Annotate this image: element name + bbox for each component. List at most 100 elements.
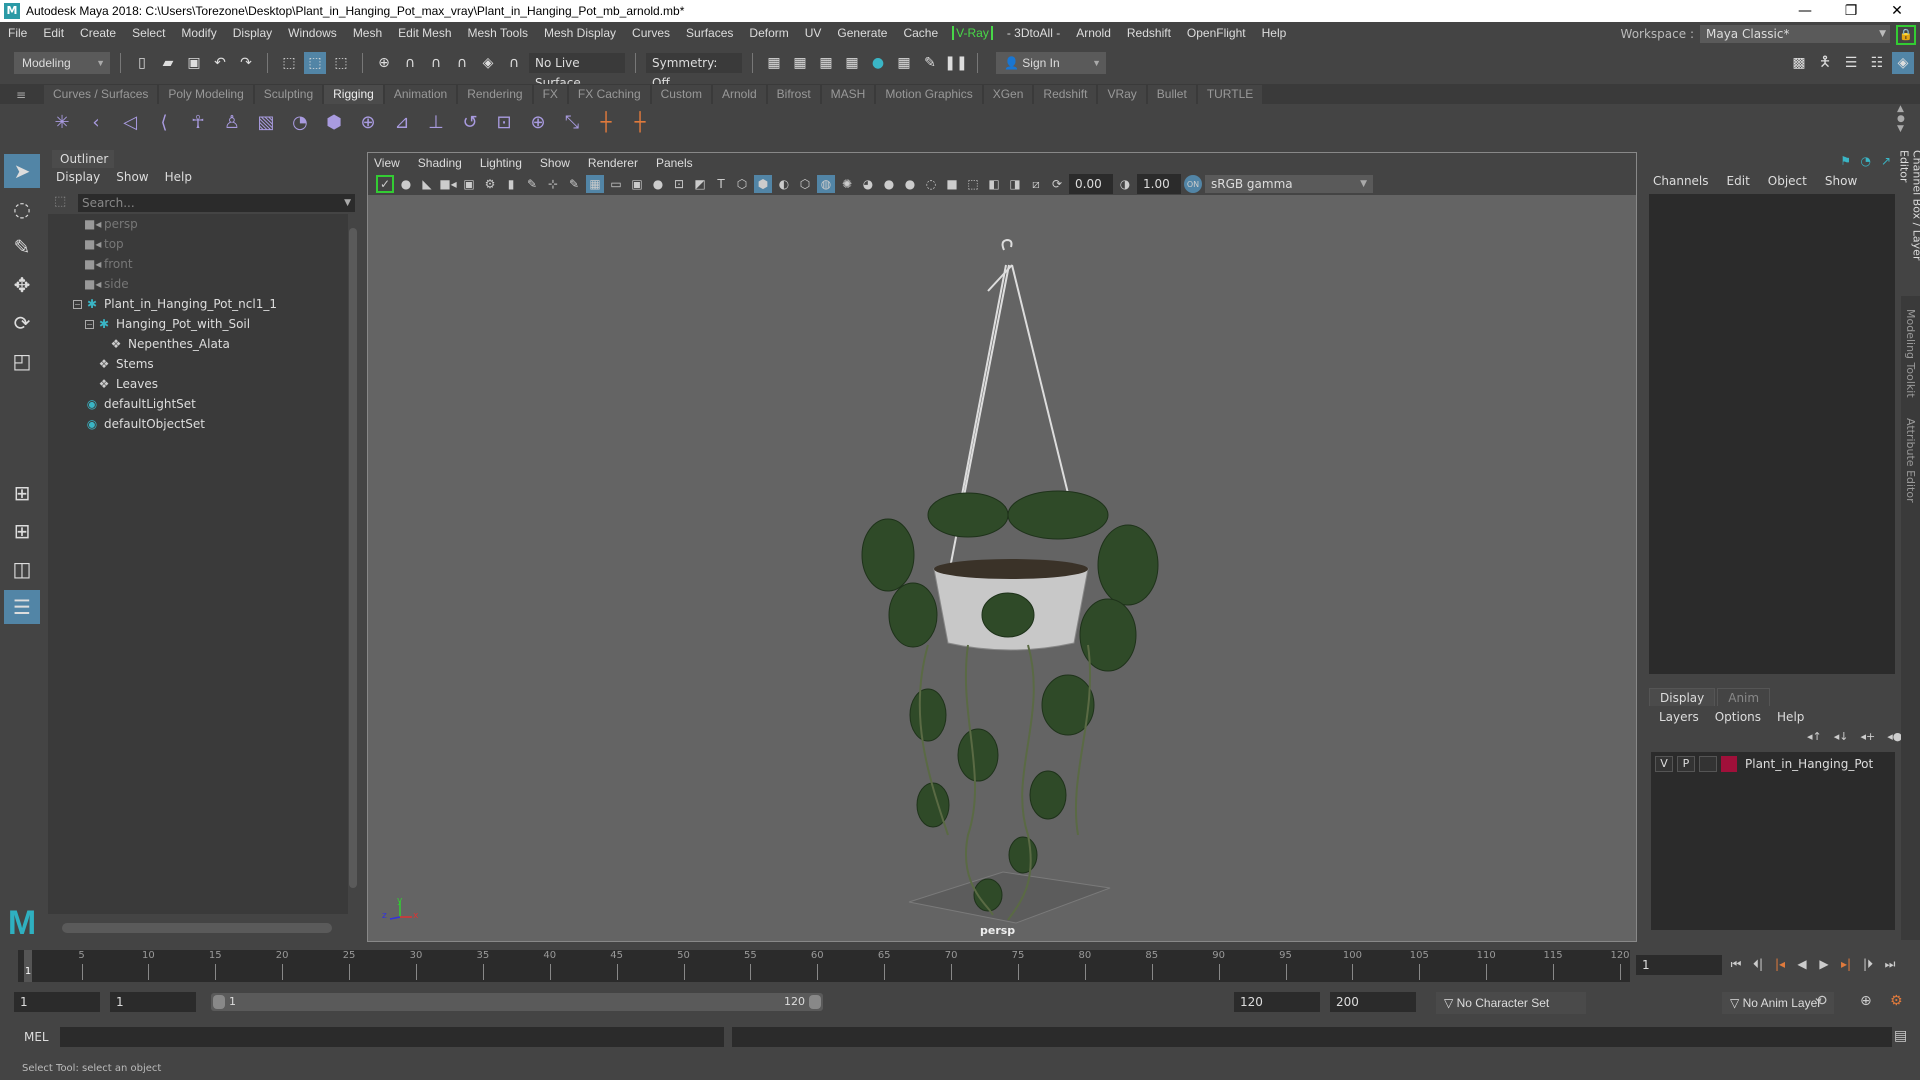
- use-all-lights-icon[interactable]: ✺: [838, 175, 856, 193]
- shelf-tab-animation[interactable]: Animation: [384, 85, 457, 104]
- symmetry-dropdown[interactable]: Symmetry: Off: [646, 53, 742, 90]
- shelf-tab-custom[interactable]: Custom: [651, 85, 711, 104]
- render-frame-icon[interactable]: ▦: [763, 52, 785, 74]
- playback-end-field[interactable]: 120: [1234, 992, 1320, 1012]
- motion-blur-icon[interactable]: ●: [901, 175, 919, 193]
- scrollbar-thumb[interactable]: [62, 923, 332, 933]
- minimize-button[interactable]: —: [1782, 0, 1828, 22]
- xray-joints-icon[interactable]: ◨: [1006, 175, 1024, 193]
- safe-title-icon[interactable]: T: [712, 175, 730, 193]
- menu-mesh[interactable]: Mesh: [345, 26, 390, 40]
- viewport-menu-renderer[interactable]: Renderer: [588, 156, 638, 170]
- live-surface-field[interactable]: No Live Surface: [529, 53, 625, 90]
- command-language-label[interactable]: MEL: [24, 1030, 49, 1044]
- select-tool-icon[interactable]: ➤: [4, 154, 40, 188]
- select-component-icon[interactable]: ⬚: [330, 52, 352, 74]
- shelf-tab-turtle[interactable]: TURTLE: [1197, 85, 1263, 104]
- scale-constraint-icon[interactable]: ⊡: [490, 108, 518, 136]
- menu-mesh-display[interactable]: Mesh Display: [536, 26, 624, 40]
- lock-icon[interactable]: 🔒: [1896, 25, 1916, 45]
- snap-view-plane-icon[interactable]: ∩: [451, 52, 473, 74]
- outliner-menu-show[interactable]: Show: [116, 170, 148, 184]
- xray-components-icon[interactable]: ⧄: [1027, 175, 1045, 193]
- grid-icon[interactable]: ✎: [523, 175, 541, 193]
- grid-toggle-icon[interactable]: ▦: [586, 175, 604, 193]
- lattice-icon[interactable]: ⬢: [320, 108, 348, 136]
- viewport-menu-show[interactable]: Show: [540, 156, 570, 170]
- menu-display[interactable]: Display: [225, 26, 280, 40]
- shadows-icon[interactable]: ◕: [859, 175, 877, 193]
- menu-create[interactable]: Create: [72, 26, 124, 40]
- menu-edit[interactable]: Edit: [35, 26, 72, 40]
- lasso-tool-icon[interactable]: ◌: [4, 192, 40, 226]
- viewport-menu-panels[interactable]: Panels: [656, 156, 693, 170]
- layer-tab-anim[interactable]: Anim: [1717, 688, 1771, 706]
- outliner-layout-icon[interactable]: ☰: [4, 590, 40, 624]
- current-frame-field[interactable]: 1: [1636, 955, 1722, 975]
- menu-deform[interactable]: Deform: [741, 26, 796, 40]
- layer-playback-toggle[interactable]: P: [1677, 756, 1695, 772]
- outliner-item[interactable]: ❖ Stems: [96, 354, 154, 374]
- menu-modify[interactable]: Modify: [173, 26, 224, 40]
- shelf-tab-bifrost[interactable]: Bifrost: [767, 85, 820, 104]
- rotate-tool-icon[interactable]: ⟳: [4, 306, 40, 340]
- animation-start-field[interactable]: 1: [14, 992, 100, 1012]
- isolate-select-icon[interactable]: ⬚: [964, 175, 982, 193]
- loop-icon[interactable]: ⟲: [1815, 993, 1827, 1009]
- xray-icon[interactable]: ◧: [985, 175, 1003, 193]
- menu-curves[interactable]: Curves: [624, 26, 678, 40]
- command-input[interactable]: [60, 1027, 724, 1047]
- wireframe-icon[interactable]: ⬡: [733, 175, 751, 193]
- collapse-toggle[interactable]: −: [85, 320, 94, 329]
- layer-display-type-toggle[interactable]: [1699, 756, 1717, 772]
- menu-windows[interactable]: Windows: [280, 26, 345, 40]
- character-set-dropdown[interactable]: ▽ No Character Set: [1436, 992, 1586, 1014]
- channel-box-menu-channels[interactable]: Channels: [1653, 174, 1709, 188]
- orient-constraint-icon[interactable]: ↺: [456, 108, 484, 136]
- open-scene-icon[interactable]: ▰: [157, 52, 179, 74]
- safe-action-icon[interactable]: ◩: [691, 175, 709, 193]
- shelf-tab-xgen[interactable]: XGen: [983, 85, 1033, 104]
- outliner-item[interactable]: ❖ Leaves: [96, 374, 158, 394]
- move-layer-up-icon[interactable]: ◂↑: [1807, 730, 1822, 743]
- 2d-pan-zoom-icon[interactable]: ⚙: [481, 175, 499, 193]
- quick-rig-icon[interactable]: ♙: [218, 108, 246, 136]
- snap-together-icon[interactable]: ∩: [503, 52, 525, 74]
- menu-cache[interactable]: Cache: [895, 26, 946, 40]
- resolution-gate-icon[interactable]: ✎: [565, 175, 583, 193]
- create-joints-icon[interactable]: ✳: [48, 108, 76, 136]
- menu-select[interactable]: Select: [124, 26, 173, 40]
- layer-menu-help[interactable]: Help: [1777, 710, 1804, 724]
- ik-handle-icon[interactable]: ⟨: [150, 108, 178, 136]
- outliner-search-input[interactable]: Search...: [78, 194, 355, 212]
- parent-constraint-icon[interactable]: ⊿: [388, 108, 416, 136]
- layer-color-swatch[interactable]: [1721, 756, 1737, 772]
- layer-menu-options[interactable]: Options: [1715, 710, 1761, 724]
- play-backward-icon[interactable]: ◀: [1794, 955, 1810, 973]
- menu-file[interactable]: File: [0, 26, 35, 40]
- shelf-tab-bullet[interactable]: Bullet: [1147, 85, 1196, 104]
- outliner-item[interactable]: ■◂ front: [84, 254, 133, 274]
- filter-icon[interactable]: ⬚: [54, 194, 66, 209]
- layer-visibility-toggle[interactable]: V: [1655, 756, 1673, 772]
- textured-icon[interactable]: ◍: [817, 175, 835, 193]
- animation-preferences-icon[interactable]: ⚙: [1890, 993, 1903, 1009]
- viewport-menu-view[interactable]: View: [374, 156, 400, 170]
- step-back-key-icon[interactable]: ⏴|: [1750, 955, 1766, 973]
- shelf-tab-poly-modeling[interactable]: Poly Modeling: [159, 85, 253, 104]
- channel-box-toggle-icon[interactable]: ⚑: [1840, 154, 1851, 168]
- smooth-shade-icon[interactable]: ⬢: [754, 175, 772, 193]
- side-tab-channel-box[interactable]: Channel Box / Layer Editor: [1898, 150, 1920, 296]
- range-end-handle[interactable]: [809, 995, 821, 1009]
- outliner-item[interactable]: ◉ defaultLightSet: [84, 394, 196, 414]
- expand-panel-icon[interactable]: ↗: [1881, 154, 1891, 168]
- single-perspective-layout-icon[interactable]: ⊞: [4, 476, 40, 510]
- step-forward-key-icon[interactable]: |⏵: [1860, 955, 1876, 973]
- outliner-item[interactable]: ■◂ persp: [84, 214, 138, 234]
- layer-menu-layers[interactable]: Layers: [1659, 710, 1699, 724]
- film-gate-toggle-icon[interactable]: ▭: [607, 175, 625, 193]
- shelf-menu-icon[interactable]: ≡: [16, 88, 26, 102]
- move-layer-down-icon[interactable]: ◂↓: [1834, 730, 1849, 743]
- snap-curve-icon[interactable]: ∩: [399, 52, 421, 74]
- bookmarks-icon[interactable]: ■◂: [439, 175, 457, 193]
